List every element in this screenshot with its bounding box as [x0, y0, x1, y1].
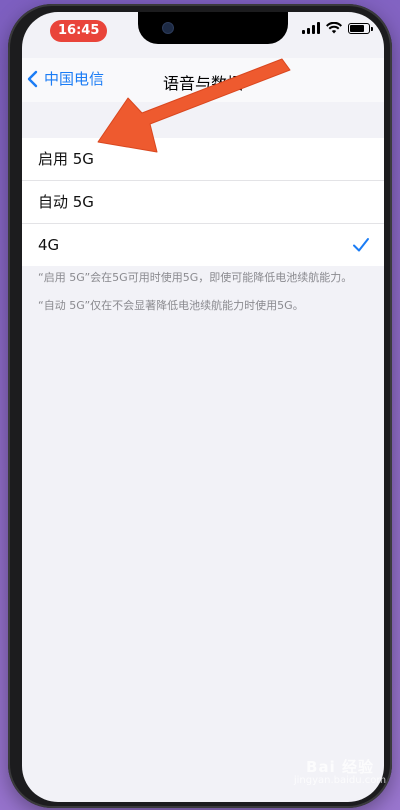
status-icons	[302, 22, 373, 34]
wifi-icon	[326, 22, 342, 34]
signal-icon	[302, 22, 320, 34]
camera-icon	[162, 22, 174, 34]
page-title: 语音与数据	[162, 74, 243, 93]
navigation-bar: 中国电信 语音与数据	[22, 58, 384, 102]
option-label: 自动 5G	[38, 193, 94, 211]
checkmark-icon	[353, 238, 369, 252]
watermark-brand: Bai 经验	[306, 758, 374, 776]
option-4g[interactable]: 4G	[22, 224, 384, 266]
notch	[138, 12, 288, 44]
battery-icon	[348, 22, 373, 34]
option-auto-5g[interactable]: 自动 5G	[22, 181, 384, 224]
footer-notes: “启用 5G”会在5G可用时使用5G，即使可能降低电池续航能力。 “自动 5G”…	[38, 270, 370, 326]
watermark-site: jingyan.baidu.com	[293, 775, 387, 786]
footer-note-auto-5g: “自动 5G”仅在不会显著降低电池续航能力时使用5G。	[38, 299, 304, 312]
network-mode-list: 启用 5G 自动 5G 4G	[22, 138, 384, 266]
watermark: Bai 经验 jingyan.baidu.com	[284, 760, 396, 788]
footer-note-enable-5g: “启用 5G”会在5G可用时使用5G，即使可能降低电池续航能力。	[38, 271, 353, 284]
option-label: 启用 5G	[38, 150, 94, 168]
option-label: 4G	[38, 236, 60, 254]
phone-frame: 16:45 中国电信 语音与数据 启用 5G 自动 5G 4G “启用 5G”会…	[8, 4, 392, 808]
phone-screen: 16:45 中国电信 语音与数据 启用 5G 自动 5G 4G “启用 5G”会…	[22, 12, 384, 802]
option-enable-5g[interactable]: 启用 5G	[22, 138, 384, 181]
status-time: 16:45	[50, 20, 108, 42]
